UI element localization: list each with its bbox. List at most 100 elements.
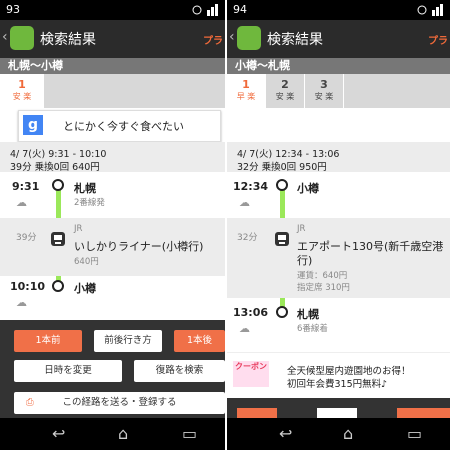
back-icon[interactable]: ‹: [229, 29, 235, 45]
weather-cloud-icon: ☁: [16, 196, 27, 209]
ride-duration: 32分: [237, 233, 258, 243]
plan-link[interactable]: プラ: [428, 32, 448, 47]
weather-cloud-icon: ☁: [239, 322, 250, 335]
train-name: いしかりライナー(小樽行): [74, 240, 204, 253]
app-bar: ‹ 検索結果 プラ: [0, 20, 225, 58]
tab-route-2[interactable]: 2 安 楽: [266, 74, 304, 108]
arrival-time: 13:06: [233, 306, 269, 319]
around-routes-button[interactable]: [317, 408, 357, 418]
page-title: 検索結果: [40, 32, 96, 48]
fare-amount: 640円: [74, 257, 99, 267]
change-date-button[interactable]: 日時を変更: [14, 360, 122, 382]
arrival-station: 小樽: [74, 282, 96, 295]
back-nav-icon[interactable]: ↩: [279, 424, 292, 443]
tab-badge: 安 楽: [12, 92, 32, 101]
app-logo-icon[interactable]: [10, 26, 34, 50]
app-logo-icon[interactable]: [237, 26, 261, 50]
arrival-time: 10:10: [10, 280, 46, 293]
right-screen: 94 ‹ 検索結果 プラ 小樽〜札幌 1 早 楽 2 安 楽 3 安 楽 4/ …: [227, 0, 450, 450]
coupon-label: クーポン: [233, 361, 269, 387]
return-search-button[interactable]: 復路を検索: [134, 360, 225, 382]
send-route-button[interactable]: ⎙ この経路を送る・登録する: [14, 392, 225, 414]
coupon-banner[interactable]: クーポン 全天候型屋内遊園地のお得！ 初回年会費315円無料♪: [227, 352, 450, 397]
ride-duration: 39分: [16, 233, 37, 243]
tab-divider: [343, 74, 344, 108]
departure-station: 小樽: [297, 182, 319, 195]
departure-time: 9:31: [12, 180, 40, 193]
around-routes-button[interactable]: 前後行き方: [94, 330, 162, 352]
google-icon: g: [23, 115, 43, 135]
tab-number: 1: [18, 78, 26, 91]
page-title: 検索結果: [267, 32, 323, 48]
tab-route-1[interactable]: 1 早 楽: [227, 74, 265, 108]
weather-cloud-icon: ☁: [239, 196, 250, 209]
left-screen: 93 ‹ 検索結果 プラ 札幌〜小樽 1 安 楽 g とにかく今すぐ食べたい 4…: [0, 0, 225, 450]
arrival-node: [276, 306, 288, 318]
system-nav-bar: ↩ ⌂ ▭: [227, 418, 450, 450]
jr-label: JR: [74, 224, 83, 234]
route-title: 札幌〜小樽: [0, 58, 225, 74]
route-title: 小樽〜札幌: [227, 58, 450, 74]
summary-datetime: 4/ 7(火) 9:31 - 10:10: [10, 149, 107, 160]
next-train-button[interactable]: 1本後: [174, 330, 225, 352]
plan-link[interactable]: プラ: [203, 32, 223, 47]
home-nav-icon[interactable]: ⌂: [343, 424, 353, 443]
tab-badge: 安 楽: [314, 92, 334, 101]
tab-route-1[interactable]: 1 安 楽: [0, 74, 44, 108]
tab-route-3[interactable]: 3 安 楽: [305, 74, 343, 108]
status-bar: 94: [227, 0, 450, 20]
status-time: 93: [6, 3, 20, 16]
weather-cloud-icon: ☁: [16, 296, 27, 309]
departure-station: 札幌: [74, 182, 96, 195]
send-route-label: この経路を送る・登録する: [62, 397, 177, 408]
route-tabs: 1 早 楽 2 安 楽 3 安 楽: [227, 74, 450, 108]
tab-badge: 安 楽: [275, 92, 295, 101]
status-time: 94: [233, 3, 247, 16]
system-nav-bar: ↩ ⌂ ▭: [0, 418, 225, 450]
train-name-line1: エアポート130号(新千歳空港: [297, 240, 444, 253]
ad-text: とにかく今すぐ食べたい: [63, 120, 184, 133]
recents-nav-icon[interactable]: ▭: [407, 424, 422, 443]
ad-banner[interactable]: g とにかく今すぐ食べたい: [18, 110, 221, 142]
prev-train-button[interactable]: 1本前: [14, 330, 82, 352]
tab-divider: [304, 74, 305, 108]
back-icon[interactable]: ‹: [2, 29, 8, 45]
tab-number: 1: [242, 78, 250, 91]
train-icon: [275, 232, 289, 246]
arrival-station: 札幌: [297, 308, 319, 321]
ride-segment[interactable]: 32分 JR エアポート130号(新千歳空港 行) 運賃：640円 指定席 310円: [227, 218, 450, 298]
train-icon: [51, 232, 65, 246]
route-tabs: 1 安 楽: [0, 74, 225, 108]
status-bar: 93: [0, 0, 225, 20]
tab-divider: [265, 74, 266, 108]
signal-icon: [417, 4, 443, 16]
tab-number: 3: [320, 78, 328, 91]
coupon-text-line2: 初回年会費315円無料♪: [287, 379, 388, 390]
ride-segment[interactable]: 39分 JR いしかりライナー(小樽行) 640円: [0, 218, 225, 276]
next-train-button[interactable]: [397, 408, 450, 418]
departure-time: 12:34: [233, 180, 269, 193]
departure-platform: 2番線発: [74, 198, 105, 208]
tab-number: 2: [281, 78, 289, 91]
home-nav-icon[interactable]: ⌂: [118, 424, 128, 443]
departure-node: [52, 179, 64, 191]
action-panel: 1本前 前後行き方 1本後 日時を変更 復路を検索 ⎙ この経路を送る・登録する: [0, 320, 225, 418]
action-panel: [227, 398, 450, 418]
arrival-platform: 6番線着: [297, 324, 328, 334]
train-name-line2: 行): [297, 254, 313, 267]
route-summary: 4/ 7(火) 9:31 - 10:10 39分 乗換0回 640円: [0, 142, 225, 173]
summary-duration: 32分 乗換0回 950円: [237, 162, 327, 173]
jr-label: JR: [297, 224, 306, 234]
back-nav-icon[interactable]: ↩: [52, 424, 65, 443]
fare-amount: 運賃：640円 指定席 310円: [297, 270, 350, 294]
train-name: エアポート130号(新千歳空港 行): [297, 240, 443, 268]
summary-duration: 39分 乗換0回 640円: [10, 162, 100, 173]
summary-datetime: 4/ 7(火) 12:34 - 13:06: [237, 149, 340, 160]
recents-nav-icon[interactable]: ▭: [182, 424, 197, 443]
prev-train-button[interactable]: [237, 408, 277, 418]
route-summary: 4/ 7(火) 12:34 - 13:06 32分 乗換0回 950円: [227, 142, 450, 173]
tab-badge: 早 楽: [236, 92, 256, 101]
fare-label: 運賃：640円: [297, 271, 348, 281]
departure-node: [276, 179, 288, 191]
header-spacer: [227, 108, 450, 142]
